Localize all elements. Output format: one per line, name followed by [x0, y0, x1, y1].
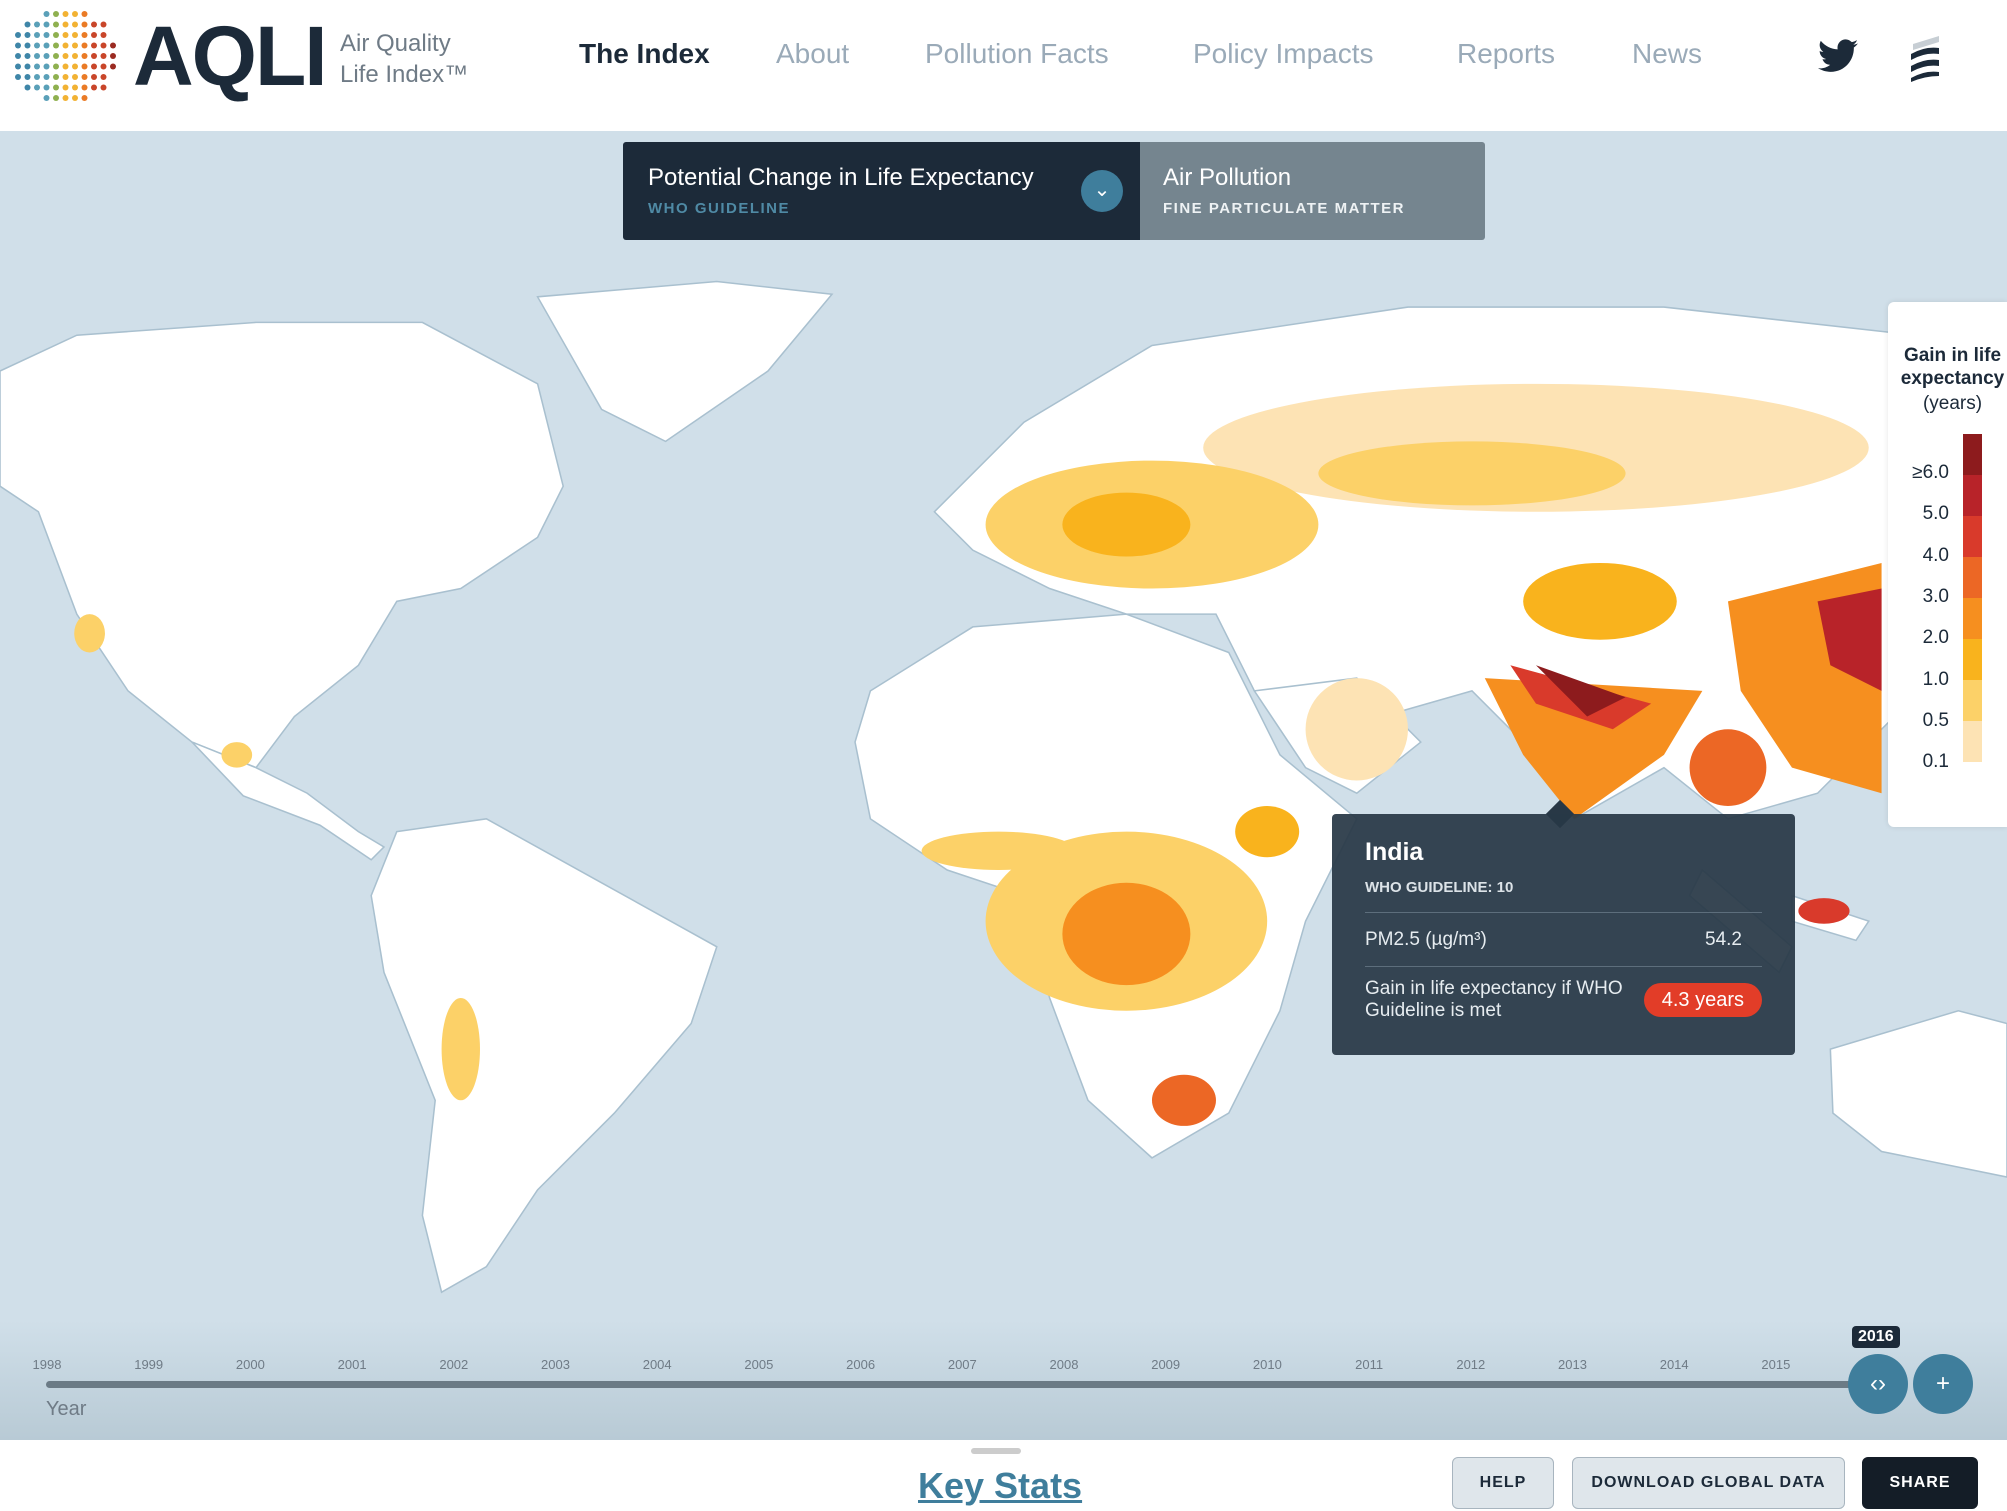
year-tick[interactable]: 2015 [1761, 1357, 1790, 1372]
current-year-label: 2016 [1852, 1326, 1900, 1348]
legend-swatch [1963, 721, 1982, 762]
life-expectancy-title: Potential Change in Life Expectancy [648, 164, 1034, 191]
pm25-label: PM2.5 (µg/m³) [1365, 928, 1487, 950]
nav-about[interactable]: About [776, 38, 849, 70]
year-tick[interactable]: 2011 [1355, 1357, 1383, 1372]
legend-swatch [1963, 680, 1982, 721]
nav-reports[interactable]: Reports [1457, 38, 1555, 70]
logo-subtitle-line2: Life Index™ [340, 61, 469, 88]
year-tick[interactable]: 2010 [1253, 1357, 1282, 1372]
legend-label: 4.0 [1922, 544, 1949, 566]
year-tick[interactable]: 2003 [541, 1357, 570, 1372]
year-tick[interactable]: 2000 [236, 1357, 265, 1372]
year-tick[interactable]: 2002 [439, 1357, 468, 1372]
legend-label: ≥6.0 [1912, 462, 1949, 483]
map-canvas[interactable] [0, 131, 2007, 1440]
year-tick[interactable]: 2008 [1050, 1357, 1079, 1372]
help-button[interactable]: HELP [1452, 1457, 1554, 1509]
legend-swatch [1963, 639, 1982, 680]
legend-title: Gain in life expectancy [1900, 345, 2005, 389]
year-tick[interactable]: 2007 [948, 1357, 977, 1372]
air-pollution-subtitle: FINE PARTICULATE MATTER [1163, 200, 1405, 217]
download-global-data-button[interactable]: DOWNLOAD GLOBAL DATA [1572, 1457, 1845, 1509]
drawer-handle[interactable] [971, 1448, 1021, 1454]
year-tick[interactable]: 2004 [643, 1357, 672, 1372]
metric-selector: Potential Change in Life Expectancy WHO … [623, 142, 1485, 240]
tooltip-guideline: WHO GUIDELINE: 10 [1365, 879, 1514, 896]
legend-label: 0.5 [1922, 709, 1949, 731]
legend: Gain in life expectancy (years) ≥6.0 5.0 4… [1888, 302, 2007, 827]
legend-swatch [1963, 475, 1982, 516]
nav-pollution-facts[interactable]: Pollution Facts [925, 38, 1109, 70]
aqli-logo-icon[interactable] [10, 6, 125, 111]
pm25-value: 54.2 [1705, 928, 1742, 950]
year-tick[interactable]: 1998 [33, 1357, 62, 1372]
year-tick[interactable]: 2012 [1456, 1357, 1485, 1372]
legend-swatch [1963, 598, 1982, 639]
central-america [191, 741, 386, 861]
year-tick[interactable]: 2006 [846, 1357, 875, 1372]
key-stats-link[interactable]: Key Stats [918, 1465, 1082, 1507]
plus-icon[interactable]: + [1913, 1354, 1973, 1414]
logo-subtitle-line1: Air Quality [340, 30, 451, 57]
legend-label: 1.0 [1922, 668, 1949, 690]
greenland [536, 280, 834, 443]
legend-swatch [1963, 434, 1982, 475]
australia [1829, 1009, 2007, 1178]
legend-swatch [1963, 516, 1982, 557]
legend-color-bar [1963, 434, 1982, 803]
nav-news[interactable]: News [1632, 38, 1702, 70]
menu-icon[interactable] [1905, 32, 1945, 82]
logo-subtitle: Air Quality Life Index™ [340, 28, 468, 90]
legend-label: 5.0 [1922, 503, 1949, 525]
footer: Key Stats HELP DOWNLOAD GLOBAL DATA SHAR… [0, 1440, 2007, 1511]
year-timeline: 1998 1999 2000 2001 2002 2003 2004 2005 2006 2007… [0, 1320, 2007, 1440]
south-america [370, 818, 718, 1294]
legend-label: 2.0 [1922, 627, 1949, 649]
year-tick[interactable]: 2009 [1151, 1357, 1180, 1372]
legend-label: 0.1 [1922, 751, 1949, 773]
gain-badge: 4.3 years [1643, 982, 1762, 1017]
air-pollution-title: Air Pollution [1163, 164, 1292, 191]
country-tooltip: India WHO GUIDELINE: 10 PM2.5 (µg/m³) 54… [1332, 814, 1795, 1055]
year-axis-label: Year [46, 1398, 87, 1420]
air-pollution-tab[interactable]: Air Pollution FINE PARTICULATE MATTER [1140, 142, 1485, 240]
logo-text[interactable]: AQLI [133, 8, 328, 105]
year-tick[interactable]: 2013 [1558, 1357, 1587, 1372]
year-tick[interactable]: 1999 [134, 1357, 163, 1372]
year-tick[interactable]: 2001 [338, 1357, 367, 1372]
life-expectancy-subtitle: WHO GUIDELINE [648, 200, 790, 217]
twitter-icon[interactable] [1818, 38, 1858, 74]
gain-label: Gain in life expectancy if WHO Guideline… [1365, 977, 1623, 1021]
life-expectancy-tab[interactable]: Potential Change in Life Expectancy WHO … [623, 142, 1140, 240]
legend-label: 3.0 [1922, 585, 1949, 607]
chevron-down-icon[interactable]: ⌄ [1081, 170, 1123, 212]
legend-unit: (years) [1922, 393, 1983, 414]
year-tick[interactable]: 2014 [1660, 1357, 1689, 1372]
nav-policy-impacts[interactable]: Policy Impacts [1193, 38, 1374, 70]
tooltip-country: India [1365, 838, 1424, 866]
nav-the-index[interactable]: The Index [579, 38, 710, 70]
north-america [0, 321, 565, 769]
year-tick[interactable]: 2005 [744, 1357, 773, 1372]
timeline-track[interactable] [46, 1381, 1856, 1388]
pm25-row: PM2.5 (µg/m³) 54.2 [1365, 912, 1762, 966]
world-map[interactable] [0, 131, 2007, 1440]
timeline-thumb[interactable]: ‹› [1848, 1354, 1908, 1414]
legend-swatch [1963, 762, 1982, 803]
header: AQLI Air Quality Life Index™ The Index Ab… [0, 0, 2007, 131]
share-button[interactable]: SHARE [1862, 1457, 1978, 1509]
gain-row: Gain in life expectancy if WHO Guideline… [1365, 966, 1762, 1032]
legend-swatch [1963, 557, 1982, 598]
